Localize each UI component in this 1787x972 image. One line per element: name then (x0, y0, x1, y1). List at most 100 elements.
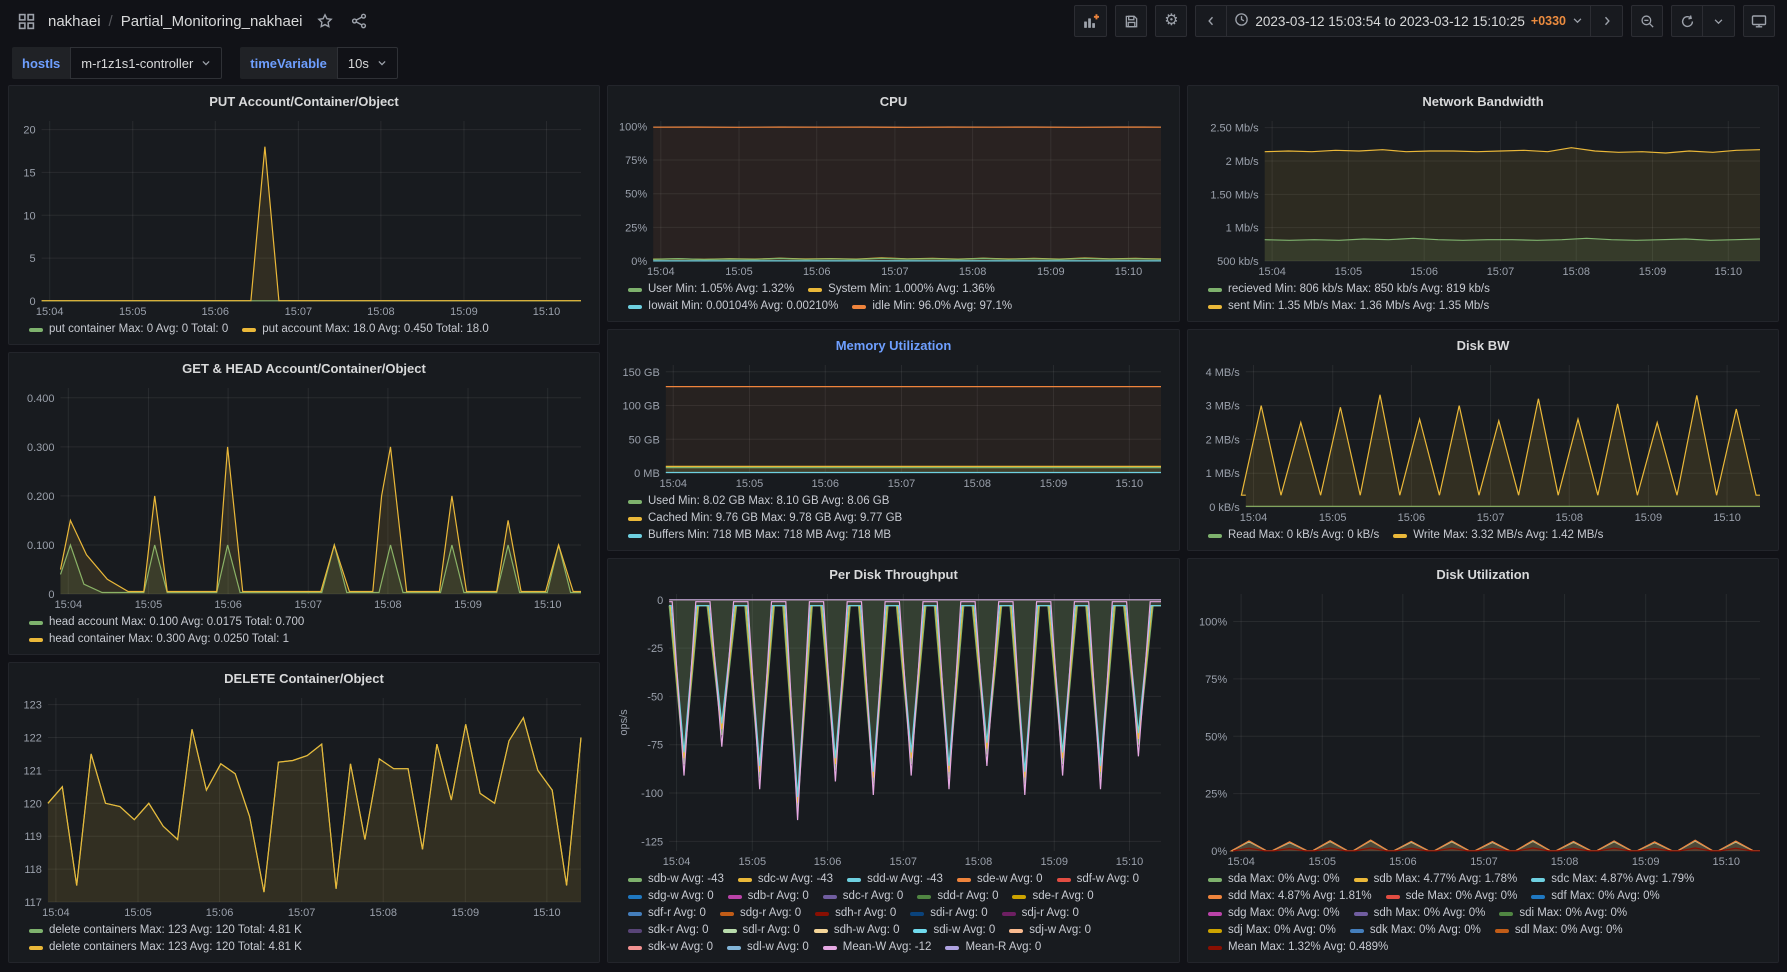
legend-item[interactable]: Buffers Min: 718 MB Max: 718 MB Avg: 718… (628, 527, 891, 544)
legend-item[interactable]: put account Max: 18.0 Avg: 0.450 Total: … (242, 321, 489, 338)
legend-item[interactable]: delete containers Max: 123 Avg: 120 Tota… (29, 939, 302, 956)
panel-network-bandwidth: Network Bandwidth 15:04 15:05 15:06 15:07 15… (1187, 85, 1779, 322)
legend-item[interactable]: sdj Max: 0% Avg: 0% (1208, 922, 1336, 939)
legend-item[interactable]: sde Max: 0% Avg: 0% (1385, 888, 1517, 905)
zoom-out-button[interactable] (1631, 5, 1663, 37)
legend-item[interactable]: sdg-w Avg: 0 (628, 888, 714, 905)
legend-item[interactable]: sdc-w Avg: -43 (737, 871, 833, 888)
legend-item[interactable]: User Min: 1.05% Avg: 1.32% (628, 281, 794, 298)
legend-item[interactable]: Mean-W Avg: -12 (822, 939, 931, 956)
legend-item[interactable]: sdb Max: 4.77% Avg: 1.78% (1353, 871, 1517, 888)
legend-item[interactable]: idle Min: 96.0% Avg: 97.1% (852, 298, 1012, 315)
legend-item[interactable]: sde-r Avg: 0 (1012, 888, 1094, 905)
legend-item[interactable]: sdh Max: 0% Avg: 0% (1353, 905, 1485, 922)
legend-item[interactable]: recieved Min: 806 kb/s Max: 850 kb/s Avg… (1208, 281, 1490, 298)
legend-item[interactable]: sdj-w Avg: 0 (1009, 922, 1091, 939)
panel-title[interactable]: Disk BW (1196, 335, 1770, 357)
variable-timeVariable-dropdown[interactable]: 10s (336, 47, 398, 79)
panel-title[interactable]: DELETE Container/Object (17, 668, 591, 690)
legend-item[interactable]: sdf-w Avg: 0 (1056, 871, 1139, 888)
apps-grid-icon[interactable] (14, 9, 38, 33)
legend-item[interactable]: Read Max: 0 kB/s Avg: 0 kB/s (1208, 527, 1379, 544)
breadcrumb-dashboard-title[interactable]: Partial_Monitoring_nakhaei (121, 13, 303, 30)
legend-item[interactable]: sdi Max: 0% Avg: 0% (1499, 905, 1627, 922)
legend-item[interactable]: sdf Max: 0% Avg: 0% (1531, 888, 1660, 905)
share-icon[interactable] (347, 9, 371, 33)
legend-item[interactable]: sdg Max: 0% Avg: 0% (1208, 905, 1340, 922)
legend-item[interactable]: sda Max: 0% Avg: 0% (1208, 871, 1340, 888)
per-disk-throughput-chart[interactable]: 15:04 15:05 15:06 15:07 15:08 15:09 15:10 0 -25 -… (616, 586, 1171, 870)
legend-item[interactable]: delete containers Max: 123 Avg: 120 Tota… (29, 922, 302, 939)
legend-item[interactable]: sdj-r Avg: 0 (1001, 905, 1079, 922)
legend-text: sdi Max: 0% Avg: 0% (1519, 907, 1628, 919)
legend-item[interactable]: sdk-r Avg: 0 (628, 922, 709, 939)
kiosk-tv-button[interactable] (1743, 5, 1775, 37)
panel-title[interactable]: GET & HEAD Account/Container/Object (17, 358, 591, 380)
legend-item[interactable]: put container Max: 0 Avg: 0 Total: 0 (29, 321, 228, 338)
legend-item[interactable]: sdc-r Avg: 0 (822, 888, 903, 905)
delete-chart[interactable]: 15:04 15:05 15:06 15:07 15:08 15:09 15:10 117 11… (17, 690, 591, 921)
time-range-back-button[interactable] (1195, 5, 1228, 37)
legend-item[interactable]: sdk Max: 0% Avg: 0% (1349, 922, 1481, 939)
disk-bw-chart[interactable]: 15:04 15:05 15:06 15:07 15:08 15:09 15:10 0 kB/… (1196, 357, 1770, 526)
save-dashboard-button[interactable] (1115, 5, 1148, 37)
variable-hostIs-dropdown[interactable]: m-r1z1s1-controller (70, 47, 223, 79)
legend-text: idle Min: 96.0% Avg: 97.1% (872, 300, 1013, 312)
network-bandwidth-chart[interactable]: 15:04 15:05 15:06 15:07 15:08 15:09 15:10 500 k… (1196, 113, 1770, 280)
legend-item[interactable]: Used Min: 8.02 GB Max: 8.10 GB Avg: 8.06… (628, 493, 889, 510)
legend-item[interactable]: sde-w Avg: 0 (956, 871, 1043, 888)
svg-text:0.200: 0.200 (27, 491, 55, 503)
svg-text:15:08: 15:08 (1555, 512, 1583, 524)
legend-item[interactable]: Mean Max: 1.32% Avg: 0.489% (1208, 939, 1388, 956)
refresh-button[interactable] (1671, 5, 1703, 37)
legend-item[interactable]: Write Max: 3.32 MB/s Avg: 1.42 MB/s (1393, 527, 1603, 544)
star-icon[interactable] (313, 9, 337, 33)
legend-item[interactable]: sdl Max: 0% Avg: 0% (1494, 922, 1623, 939)
breadcrumb-folder[interactable]: nakhaei (48, 13, 101, 30)
legend-item[interactable]: Mean-R Avg: 0 (945, 939, 1041, 956)
cpu-chart[interactable]: 15:04 15:05 15:06 15:07 15:08 15:09 15:10 0% 25%… (616, 113, 1171, 280)
legend-item[interactable]: head container Max: 0.300 Avg: 0.0250 To… (29, 631, 289, 648)
refresh-interval-caret-button[interactable] (1703, 5, 1735, 37)
time-range-picker-button[interactable]: 2023-03-12 15:03:54 to 2023-03-12 15:10:… (1227, 5, 1591, 37)
disk-utilization-chart[interactable]: 15:04 15:05 15:06 15:07 15:08 15:09 15:10 0% 25%… (1196, 586, 1770, 870)
legend-item[interactable]: sdl-r Avg: 0 (722, 922, 800, 939)
panel-title[interactable]: Network Bandwidth (1196, 91, 1770, 113)
panel-title[interactable]: Per Disk Throughput (616, 564, 1171, 586)
panel-title[interactable]: Disk Utilization (1196, 564, 1770, 586)
legend-item[interactable]: sdb-r Avg: 0 (727, 888, 809, 905)
legend-item[interactable]: sdd Max: 4.87% Avg: 1.81% (1208, 888, 1372, 905)
legend-item[interactable]: head account Max: 0.100 Avg: 0.0175 Tota… (29, 614, 304, 631)
svg-text:15:04: 15:04 (647, 266, 675, 278)
legend-item[interactable]: System Min: 1.000% Avg: 1.36% (808, 281, 995, 298)
get-head-chart[interactable]: 15:04 15:05 15:06 15:07 15:08 15:09 15:10 0 0.10… (17, 380, 591, 613)
legend-item[interactable]: sent Min: 1.35 Mb/s Max: 1.36 Mb/s Avg: … (1208, 298, 1489, 315)
svg-text:15:09: 15:09 (454, 599, 482, 611)
series-color-swatch (1393, 533, 1408, 538)
panel-delete-container-object: DELETE Container/Object 15:04 15:05 15:06 1… (8, 662, 600, 963)
legend-item[interactable]: sdi-w Avg: 0 (913, 922, 995, 939)
time-range-forward-button[interactable] (1591, 5, 1623, 37)
legend-item[interactable]: sdh-r Avg: 0 (815, 905, 896, 922)
legend-item[interactable]: sdi-r Avg: 0 (910, 905, 988, 922)
legend-item[interactable]: Iowait Min: 0.00104% Avg: 0.00210% (628, 298, 838, 315)
legend-item[interactable]: sdc Max: 4.87% Avg: 1.79% (1531, 871, 1694, 888)
legend-item[interactable]: sdf-r Avg: 0 (628, 905, 706, 922)
legend-item[interactable]: Cached Min: 9.76 GB Max: 9.78 GB Avg: 9.… (628, 510, 902, 527)
panel-title[interactable]: Memory Utilization (616, 335, 1171, 357)
legend-item[interactable]: sdh-w Avg: 0 (813, 922, 899, 939)
legend-text: head account Max: 0.100 Avg: 0.0175 Tota… (49, 616, 305, 628)
legend-item[interactable]: sdl-w Avg: 0 (727, 939, 809, 956)
add-panel-button[interactable] (1074, 5, 1108, 37)
panel-title[interactable]: CPU (616, 91, 1171, 113)
legend-item[interactable]: sdd-r Avg: 0 (917, 888, 998, 905)
legend-item[interactable]: sdd-w Avg: -43 (847, 871, 943, 888)
legend-item[interactable]: sdg-r Avg: 0 (719, 905, 801, 922)
memory-chart[interactable]: 15:04 15:05 15:06 15:07 15:08 15:09 15:10 0 MB 5… (616, 357, 1171, 492)
put-chart[interactable]: 15:04 15:05 15:06 15:07 15:08 15:09 15:10 0 5 10 1… (17, 113, 591, 320)
legend-item[interactable]: sdk-w Avg: 0 (628, 939, 713, 956)
dashboard-settings-button[interactable]: ⚙ (1155, 5, 1188, 37)
legend-item[interactable]: sdb-w Avg: -43 (628, 871, 724, 888)
series-color-swatch (1208, 877, 1222, 882)
panel-title[interactable]: PUT Account/Container/Object (17, 91, 591, 113)
